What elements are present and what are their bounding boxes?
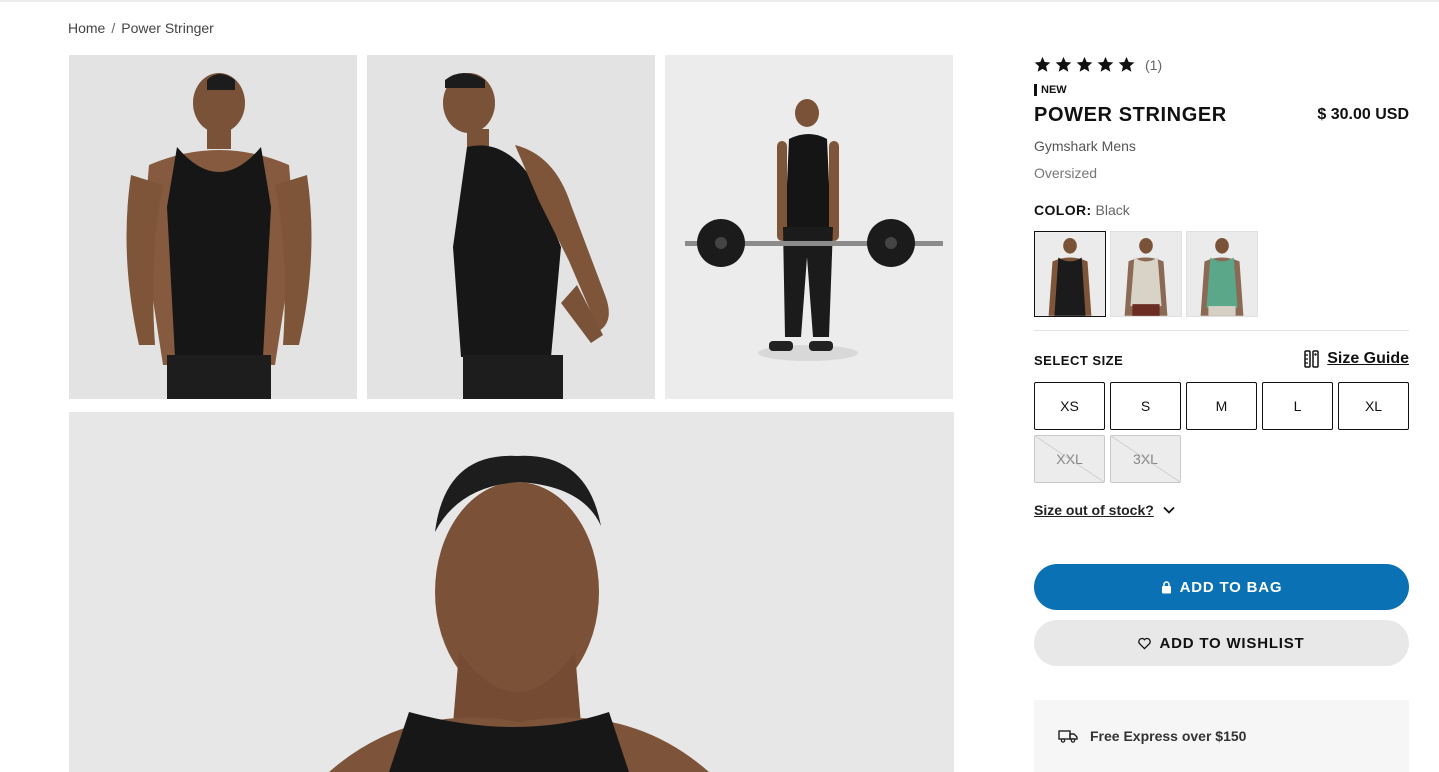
breadcrumb: Home / Power Stringer (68, 20, 214, 36)
star-icon (1076, 56, 1093, 72)
side-view-illustration (367, 55, 655, 399)
add-to-bag-label: ADD TO BAG (1179, 578, 1283, 596)
add-to-wishlist-button[interactable]: ADD TO WISHLIST (1034, 620, 1409, 666)
product-fit: Oversized (1034, 165, 1098, 181)
size-out-of-stock-label: Size out of stock? (1034, 502, 1154, 518)
size-option-xl[interactable]: XL (1338, 382, 1409, 430)
size-option-l[interactable]: L (1262, 382, 1333, 430)
product-image-side[interactable] (367, 55, 655, 399)
breadcrumb-current: Power Stringer (121, 20, 214, 36)
size-guide-link[interactable]: Size Guide (1303, 350, 1409, 368)
color-label: COLOR: (1034, 202, 1092, 218)
star-icon (1097, 56, 1114, 72)
color-swatch-green[interactable] (1186, 231, 1258, 317)
rating[interactable]: (1) (1034, 56, 1162, 73)
closeup-illustration (69, 412, 954, 772)
size-guide-label: Size Guide (1327, 350, 1409, 367)
color-swatch-black[interactable] (1034, 231, 1106, 317)
product-image-back[interactable] (69, 55, 357, 399)
star-icon (1034, 56, 1051, 72)
size-options: XS S M L XL XXL 3XL (1034, 382, 1414, 483)
swatch-stone-illustration (1111, 232, 1181, 316)
heart-icon (1138, 637, 1152, 650)
breadcrumb-separator: / (111, 20, 116, 36)
color-swatch-stone[interactable] (1110, 231, 1182, 317)
shipping-text: Free Express over $150 (1090, 728, 1247, 744)
color-selection-label: COLOR: Black (1034, 202, 1130, 218)
ruler-icon (1304, 350, 1319, 368)
star-icon (1055, 56, 1072, 72)
lock-icon (1161, 580, 1171, 593)
select-size-label: SELECT SIZE (1034, 353, 1124, 368)
swatch-green-illustration (1187, 232, 1257, 316)
new-badge: NEW (1034, 84, 1067, 96)
rating-count: (1) (1145, 56, 1163, 73)
size-out-of-stock-link[interactable]: Size out of stock? (1034, 502, 1176, 518)
product-title: POWER STRINGER (1034, 104, 1227, 126)
top-border (0, 0, 1439, 2)
size-option-3xl-out-of-stock[interactable]: 3XL (1110, 435, 1181, 483)
truck-icon (1058, 730, 1078, 743)
size-option-s[interactable]: S (1110, 382, 1181, 430)
product-image-closeup[interactable] (69, 412, 954, 772)
add-to-bag-button[interactable]: ADD TO BAG (1034, 564, 1409, 610)
chevron-down-icon (1163, 506, 1175, 514)
add-to-wishlist-label: ADD TO WISHLIST (1159, 634, 1305, 652)
star-icon (1118, 56, 1135, 72)
size-option-xs[interactable]: XS (1034, 382, 1105, 430)
shipping-info: Free Express over $150 (1034, 700, 1409, 772)
color-value: Black (1095, 202, 1130, 218)
size-option-m[interactable]: M (1186, 382, 1257, 430)
back-view-illustration (69, 55, 357, 399)
swatch-black-illustration (1035, 232, 1105, 316)
product-price: $ 30.00 USD (1317, 106, 1409, 123)
section-divider (1034, 330, 1409, 331)
product-brand-line: Gymshark Mens (1034, 138, 1136, 154)
color-swatches (1034, 231, 1258, 317)
size-option-xxl-out-of-stock[interactable]: XXL (1034, 435, 1105, 483)
breadcrumb-home-link[interactable]: Home (68, 20, 105, 36)
product-image-deadlift[interactable] (665, 55, 953, 399)
deadlift-illustration (665, 55, 953, 399)
